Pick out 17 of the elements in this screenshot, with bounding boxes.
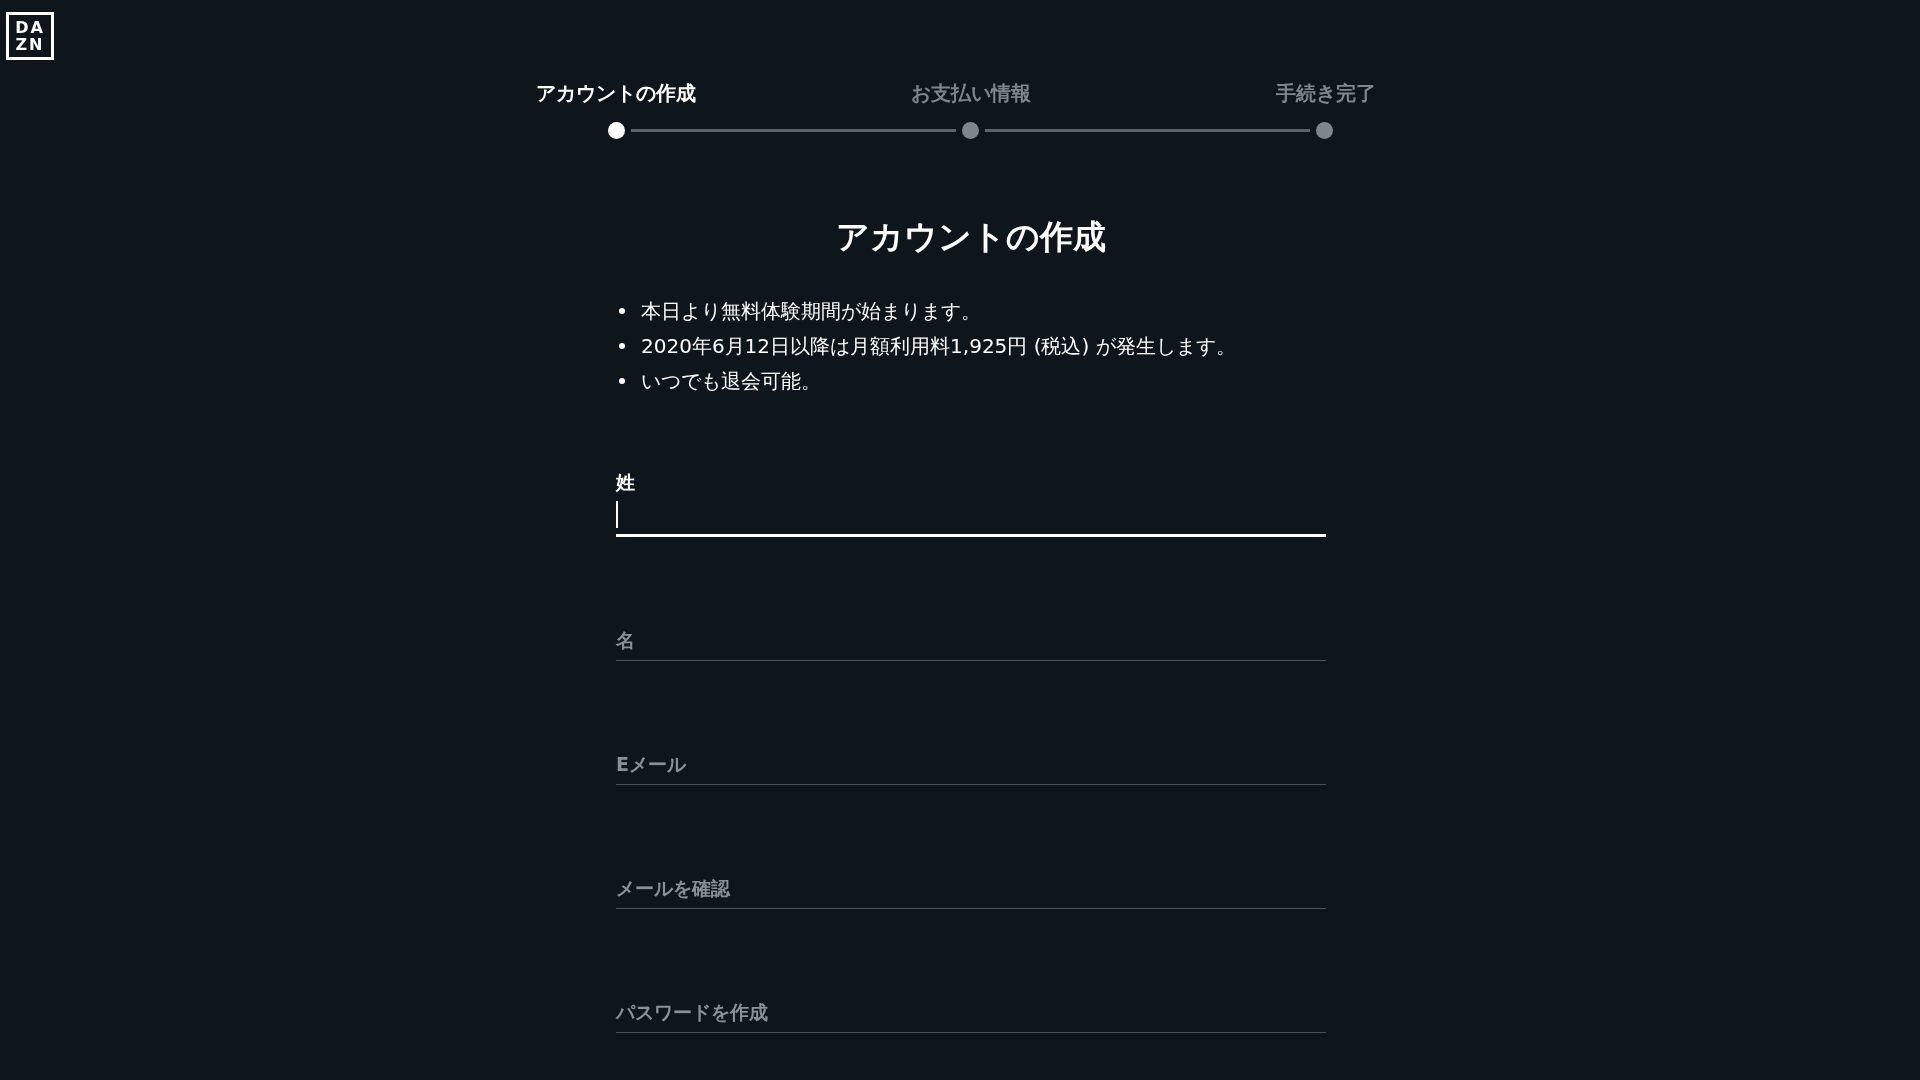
step-label: 手続き完了 (1275, 80, 1376, 107)
bullet-icon (619, 377, 625, 384)
text-field[interactable]: メールを確認 (616, 874, 1326, 909)
text-caret-icon (616, 501, 618, 528)
text-field[interactable]: 名 (616, 626, 1326, 661)
step-label: お支払い情報 (910, 80, 1031, 107)
note-text: 本日より無料体験期間が始まります。 (641, 297, 981, 325)
text-field[interactable]: Eメール (616, 750, 1326, 785)
page-title: アカウントの作成 (835, 216, 1107, 258)
note-text: 2020年6月12日以降は月額利用料1,925円 (税込) が発生します。 (641, 332, 1236, 360)
bullet-icon (619, 342, 625, 349)
logo[interactable]: DA ZN (6, 12, 54, 60)
text-field[interactable]: パスワードを作成 (616, 998, 1326, 1033)
text-field[interactable]: 姓 (616, 468, 1326, 537)
note-text: いつでも退会可能。 (641, 367, 821, 395)
bullet-icon (619, 307, 625, 314)
step-label: アカウントの作成 (535, 80, 696, 107)
